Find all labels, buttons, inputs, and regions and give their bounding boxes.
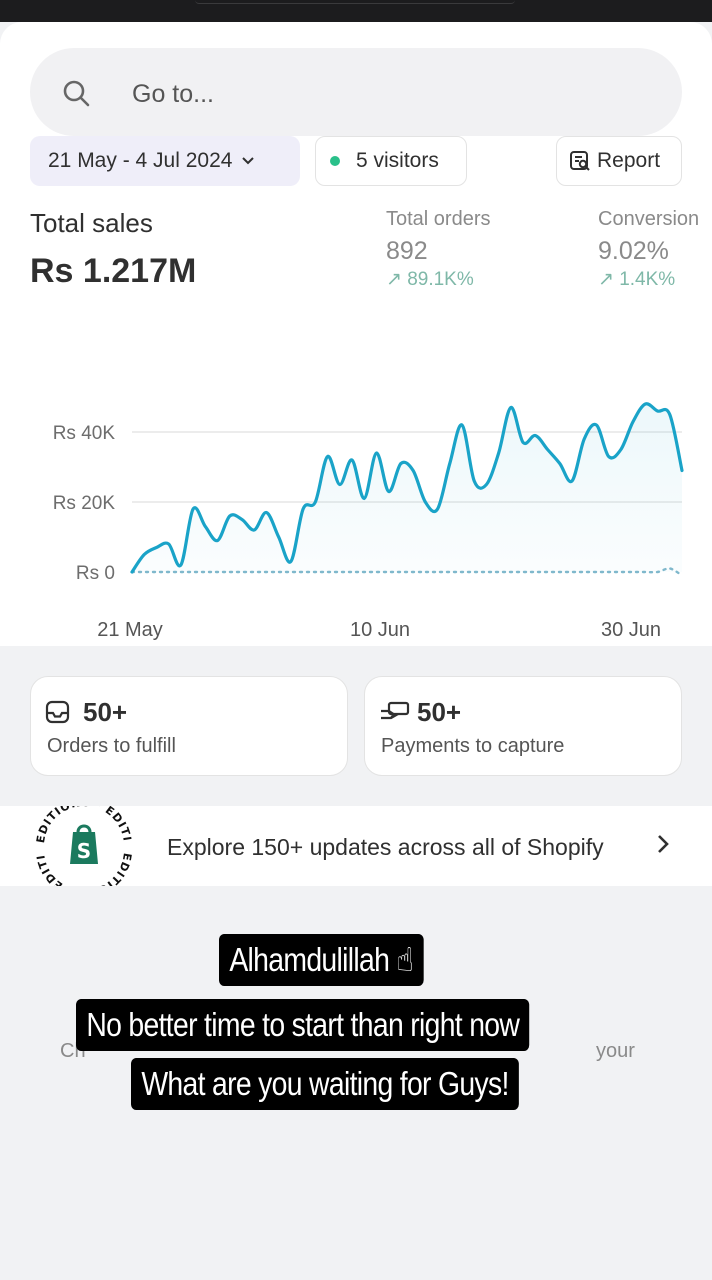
analytics-card: Go to... 21 May - 4 Jul 2024 5 visitors … [0,22,712,646]
shopify-editions-badge-icon: EDITIONS · EDITIONS EDITIONS · EDITIONS … [28,806,133,886]
live-dot-icon [330,156,340,166]
conversion-change: ↗ 1.4K% [598,269,676,290]
date-range-label: 21 May - 4 Jul 2024 [48,149,233,172]
y-tick-label: Rs 0 [76,563,115,584]
y-tick-label: Rs 20K [53,493,116,514]
story-caption-1: Alhamdulillah ☝ [219,934,424,986]
total-sales-label: Total sales [30,208,153,238]
search-icon [63,80,90,107]
orders-count: 50+ [83,697,128,727]
chevron-right-icon [658,835,669,853]
total-orders-metric[interactable]: Total orders 892 ↗ 89.1K% [386,208,491,291]
editions-banner[interactable]: EDITIONS · EDITIONS EDITIONS · EDITIONS … [0,806,712,886]
svg-text:S: S [77,839,91,863]
report-button[interactable]: Report [556,136,682,186]
payments-to-capture-card[interactable]: 50+ Payments to capture [364,676,682,776]
date-range-picker[interactable]: 21 May - 4 Jul 2024 [30,136,300,186]
search-placeholder: Go to... [132,80,214,108]
total-sales-value: Rs 1.217M [30,252,197,290]
inbox-icon [45,700,70,724]
x-tick-label: 21 May [97,619,163,641]
cash-hand-icon [381,701,410,720]
report-label: Report [597,149,661,172]
story-caption-2: No better time to start than right now [76,999,530,1051]
conversion-label: Conversion [598,208,700,230]
chevron-down-icon [242,157,255,165]
payments-to-capture-label: Payments to capture [381,735,565,757]
conversion-metric[interactable]: Conversion 9.02% ↗ 1.4K% [598,208,699,291]
total-orders-change: ↗ 89.1K% [386,269,474,290]
notch [195,0,515,4]
obscured-text-right: your [596,1040,635,1062]
status-bar [0,0,712,22]
report-icon [570,151,590,171]
visitors-label: 5 visitors [356,149,439,172]
payments-count: 50+ [417,697,462,727]
orders-to-fulfill-label: Orders to fulfill [47,735,176,757]
x-tick-label: 10 Jun [350,619,410,641]
orders-to-fulfill-card[interactable]: 50+ Orders to fulfill [30,676,348,776]
y-tick-label: Rs 40K [53,423,116,444]
total-orders-value: 892 [386,237,428,265]
total-orders-label: Total orders [386,208,491,230]
sales-line-chart[interactable]: Rs 40K Rs 20K Rs 0 21 May 10 Jun 30 Jun [0,362,712,652]
search-bar[interactable]: Go to... [30,48,682,136]
live-visitors-button[interactable]: 5 visitors [315,136,467,186]
x-tick-label: 30 Jun [601,619,661,641]
conversion-value: 9.02% [598,237,669,265]
editions-text: Explore 150+ updates across all of Shopi… [167,834,604,860]
story-caption-3: What are you waiting for Guys! [131,1058,520,1110]
